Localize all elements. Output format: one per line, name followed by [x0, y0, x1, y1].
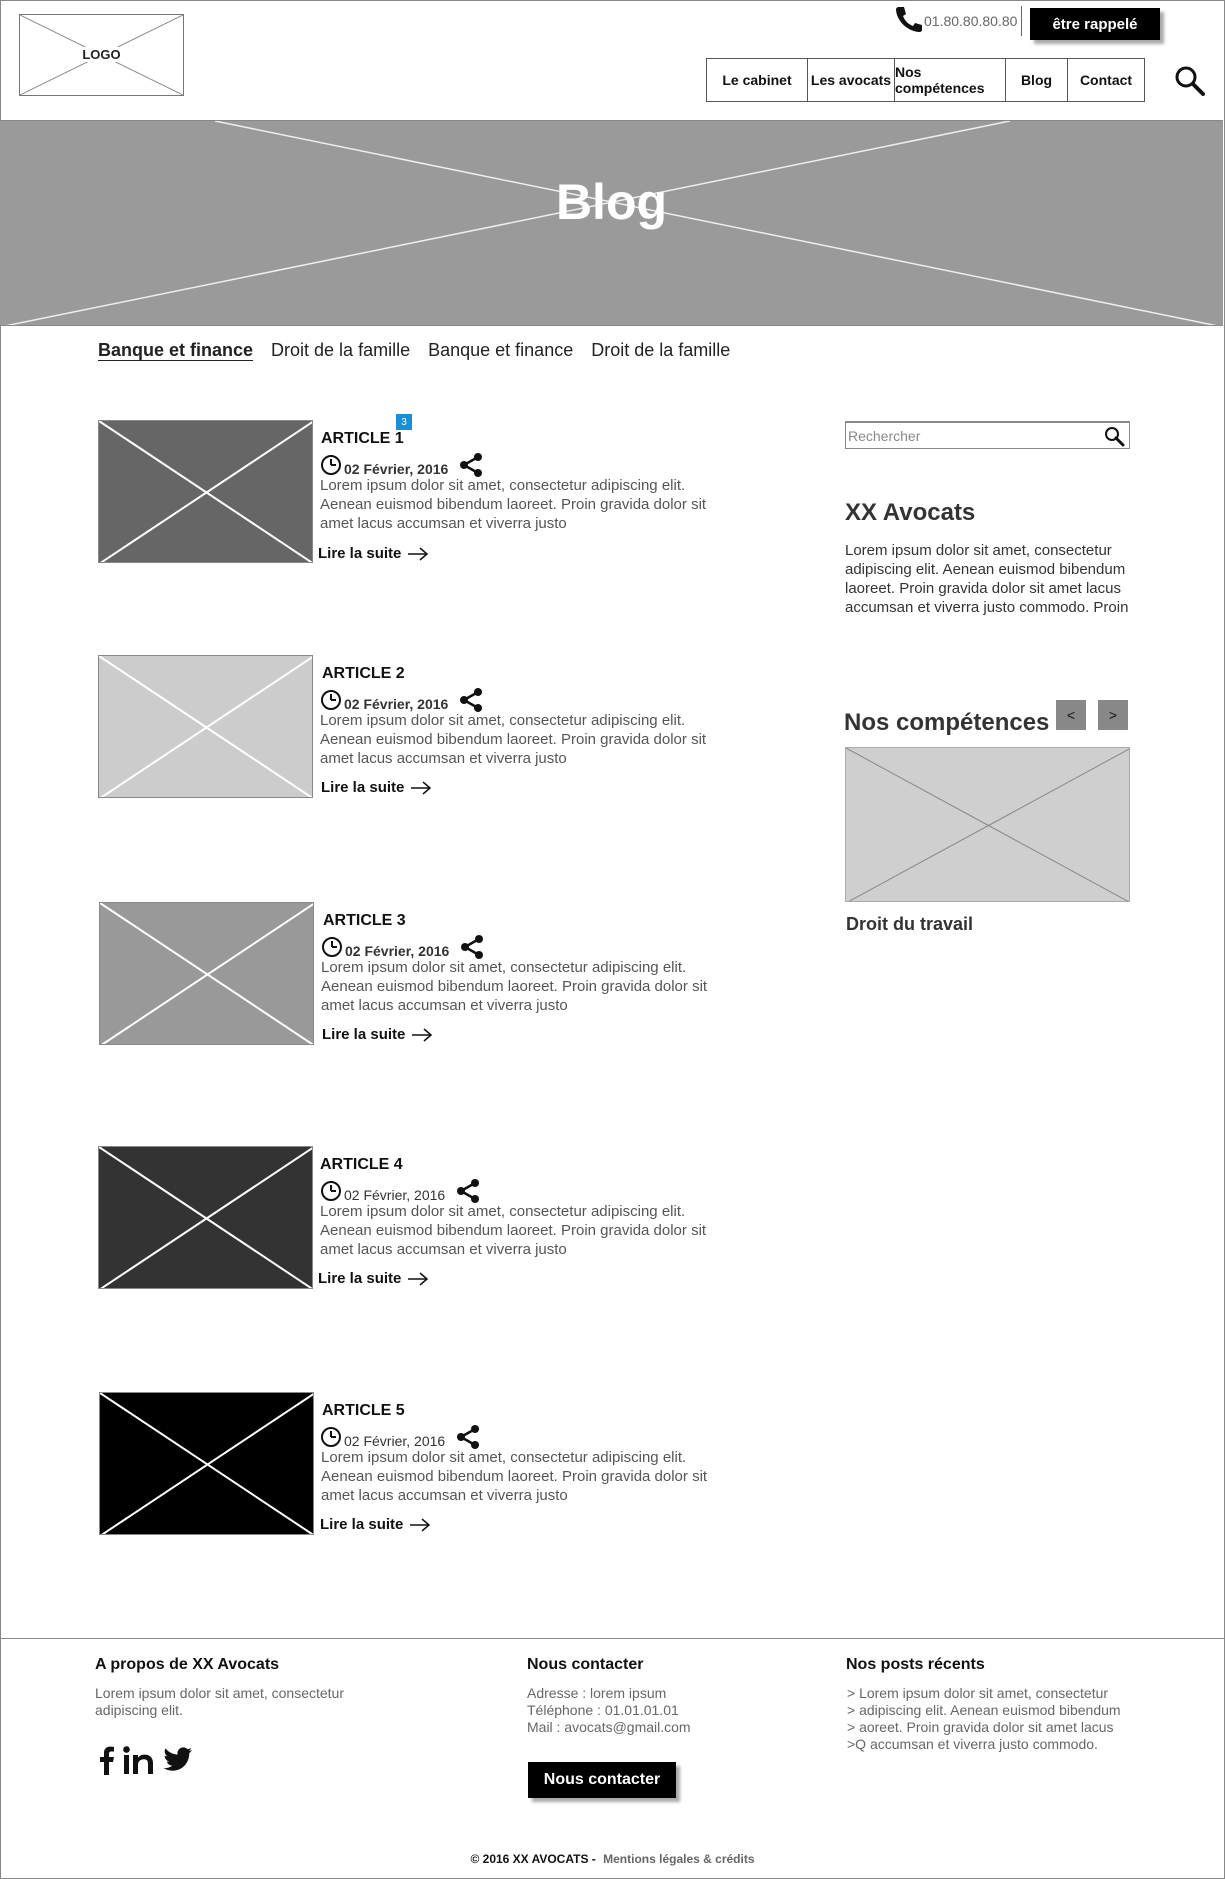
carousel-prev-button[interactable]: < [1056, 700, 1086, 730]
search-icon[interactable] [1103, 425, 1125, 452]
article-title[interactable]: ARTICLE 4 [320, 1156, 403, 1174]
footer-phone: Téléphone : 01.01.01.01 [527, 1702, 679, 1718]
search-icon[interactable] [1174, 65, 1206, 102]
nav-item-cabinet[interactable]: Le cabinet [707, 59, 808, 101]
copyright-bar: © 2016 XX AVOCATS - Mentions légales & c… [0, 1852, 1225, 1866]
article-excerpt: Lorem ipsum dolor sit amet, consectetur … [321, 1449, 708, 1504]
comment-count-badge: 3 [396, 414, 412, 430]
article-title[interactable]: ARTICLE 2 [322, 665, 405, 683]
arrow-right-icon [408, 546, 429, 561]
article-thumbnail[interactable] [98, 420, 313, 563]
sidebar-about-text: Lorem ipsum dolor sit amet, consectetur … [845, 542, 1129, 616]
legal-link[interactable]: Mentions légales & crédits [603, 1852, 754, 1866]
article-date: 02 Février, 2016 [344, 1432, 446, 1449]
read-more-label: Lire la suite [322, 1026, 406, 1043]
article-title[interactable]: ARTICLE 5 [322, 1402, 405, 1420]
article-card: ARTICLE 4 02 Février, 2016 Lorem ipsum d… [98, 1146, 738, 1291]
hero-banner: Blog [0, 120, 1223, 326]
article-excerpt: Lorem ipsum dolor sit amet, consectetur … [320, 712, 707, 767]
read-more-link[interactable]: Lire la suite [318, 1270, 429, 1287]
recent-post-link[interactable]: > Lorem ipsum dolor sit amet, consectetu… [847, 1685, 1108, 1702]
logo[interactable]: LOGO [19, 14, 184, 96]
article-date: 02 Février, 2016 [344, 1186, 446, 1203]
tab-banque-finance-2[interactable]: Banque et finance [428, 340, 573, 361]
arrow-right-icon [408, 1271, 429, 1286]
footer-address: Adresse : lorem ipsum [527, 1685, 667, 1701]
read-more-label: Lire la suite [320, 1516, 404, 1533]
sidebar-about-title: XX Avocats [845, 499, 976, 526]
callback-button[interactable]: être rappelé [1030, 8, 1160, 40]
tab-banque-finance[interactable]: Banque et finance [98, 340, 253, 361]
arrow-right-icon [411, 780, 432, 795]
carousel-next-button[interactable]: > [1098, 700, 1128, 730]
search-input[interactable] [848, 426, 1098, 446]
tab-droit-famille[interactable]: Droit de la famille [271, 340, 410, 361]
article-title[interactable]: ARTICLE 3 [323, 912, 406, 930]
category-tabs: Banque et finance Droit de la famille Ba… [98, 340, 748, 361]
contact-button[interactable]: Nous contacter [528, 1762, 676, 1798]
competence-image[interactable] [845, 747, 1130, 902]
nav-item-blog[interactable]: Blog [1006, 59, 1068, 101]
facebook-icon[interactable] [97, 1745, 115, 1780]
linkedin-icon[interactable] [123, 1745, 155, 1780]
arrow-right-icon [412, 1027, 433, 1042]
article-card: ARTICLE 3 02 Février, 2016 Lorem ipsum d… [99, 902, 739, 1047]
read-more-label: Lire la suite [318, 545, 402, 562]
main-nav: Le cabinet Les avocats Nos compétences B… [706, 58, 1145, 102]
read-more-link[interactable]: Lire la suite [322, 1026, 433, 1043]
read-more-label: Lire la suite [321, 779, 405, 796]
footer-posts-title: Nos posts récents [846, 1656, 985, 1673]
phone-number: 01.80.80.80.80 [924, 13, 1018, 29]
recent-post-link[interactable]: >Q accumsan et viverra justo commodo. [847, 1736, 1098, 1753]
footer-about-text: Lorem ipsum dolor sit amet, consectetur … [95, 1685, 344, 1718]
tab-droit-famille-2[interactable]: Droit de la famille [591, 340, 730, 361]
recent-post-link[interactable]: > aoreet. Proin gravida dolor sit amet l… [847, 1719, 1114, 1736]
read-more-link[interactable]: Lire la suite [318, 545, 429, 562]
read-more-link[interactable]: Lire la suite [321, 779, 432, 796]
competences-title: Nos compétences [844, 709, 1050, 736]
article-date: 02 Février, 2016 [344, 695, 449, 712]
logo-text: LOGO [80, 47, 123, 62]
article-card: ARTICLE 1 3 02 Février, 2016 Lorem ipsum… [98, 414, 738, 565]
recent-post-link[interactable]: > adipiscing elit. Aenean euismod bibend… [847, 1702, 1121, 1719]
article-date: 02 Février, 2016 [345, 942, 450, 959]
nav-item-contact[interactable]: Contact [1068, 59, 1144, 101]
article-thumbnail[interactable] [98, 1146, 313, 1289]
sidebar-search [845, 421, 1130, 449]
copyright-text: © 2016 XX AVOCATS - [470, 1852, 596, 1866]
nav-item-avocats[interactable]: Les avocats [808, 59, 895, 101]
article-excerpt: Lorem ipsum dolor sit amet, consectetur … [321, 959, 708, 1014]
phone-contact[interactable]: 01.80.80.80.80 [893, 5, 1023, 38]
article-thumbnail[interactable] [99, 902, 314, 1045]
read-more-link[interactable]: Lire la suite [320, 1516, 431, 1533]
article-date: 02 Février, 2016 [344, 460, 449, 477]
article-excerpt: Lorem ipsum dolor sit amet, consectetur … [320, 477, 707, 532]
competence-label[interactable]: Droit du travail [846, 914, 973, 935]
footer-divider [0, 1638, 1225, 1639]
page-title: Blog [555, 174, 668, 230]
article-excerpt: Lorem ipsum dolor sit amet, consectetur … [320, 1203, 707, 1258]
footer-mail[interactable]: Mail : avocats@gmail.com [527, 1719, 691, 1736]
phone-icon [893, 5, 923, 38]
footer-about-title: A propos de XX Avocats [95, 1656, 280, 1673]
article-thumbnail[interactable] [99, 1392, 314, 1535]
footer-contact-title: Nous contacter [527, 1656, 644, 1673]
arrow-right-icon [410, 1517, 431, 1532]
article-card: ARTICLE 2 02 Février, 2016 Lorem ipsum d… [98, 655, 738, 800]
article-thumbnail[interactable] [98, 655, 313, 798]
nav-item-competences[interactable]: Nos compétences [895, 59, 1006, 101]
article-title[interactable]: ARTICLE 1 [321, 430, 404, 448]
article-card: ARTICLE 5 02 Février, 2016 Lorem ipsum d… [99, 1392, 739, 1537]
social-links [97, 1745, 201, 1780]
twitter-icon[interactable] [163, 1747, 193, 1778]
read-more-label: Lire la suite [318, 1270, 402, 1287]
